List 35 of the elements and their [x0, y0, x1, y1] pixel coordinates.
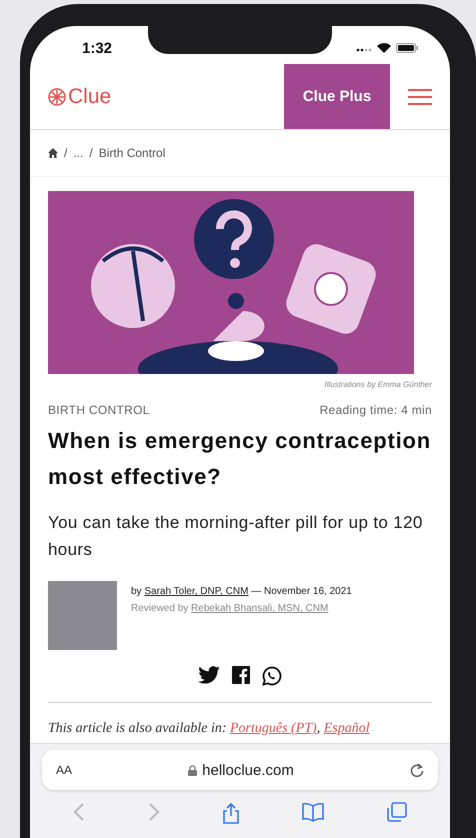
address-bar[interactable]: AA helloclue.com	[42, 750, 438, 790]
clue-plus-button[interactable]: Clue Plus	[284, 64, 390, 129]
photo-placeholder	[48, 581, 117, 650]
twitter-bird-icon[interactable]	[198, 666, 220, 684]
breadcrumb-item[interactable]: ...	[73, 146, 84, 160]
reading-time: Reading time: 4 min	[320, 403, 432, 417]
tabs-icon[interactable]	[386, 802, 407, 824]
reload-icon[interactable]	[410, 762, 424, 778]
logo-text[interactable]: Clue	[68, 84, 112, 108]
article-title: When is emergency contraception most effective?	[48, 427, 432, 491]
lock-icon	[188, 764, 198, 776]
language-link[interactable]: Português (PT)	[230, 721, 317, 736]
facebook-icon[interactable]	[232, 666, 250, 684]
breadcrumb-separator: /	[64, 146, 68, 160]
article-subtitle: You can take the morning-after pill for up to 120 hours	[48, 512, 424, 561]
flower-logo-icon	[48, 88, 66, 106]
reviewer-text: Reviewed by Rebekah Bhansali, MSN, CNM	[131, 602, 330, 616]
reviewer-link[interactable]: Rebekah Bhansali, MSN, CNM	[191, 603, 328, 614]
bookmarks-icon[interactable]	[302, 802, 324, 824]
language-availability-text: This article is also available in: Português (PT), Español	[48, 721, 371, 737]
home-icon[interactable]	[48, 148, 58, 158]
byline-text: by Sarah Toler, DNP, CNM — November 16, 2021	[131, 585, 352, 599]
share-icon[interactable]	[222, 802, 240, 824]
category-label[interactable]: BIRTH CONTROL	[48, 403, 150, 417]
text-size-button[interactable]: AA	[56, 763, 72, 777]
breadcrumb-separator: /	[89, 146, 93, 160]
breadcrumb-item: Birth Control	[98, 146, 166, 160]
url-text: helloclue.com	[202, 762, 294, 778]
image-caption: Illustrations by Emma Günther	[323, 380, 432, 389]
whatsapp-icon[interactable]	[262, 666, 282, 686]
language-link[interactable]: Español	[324, 721, 370, 736]
author-link[interactable]: Sarah Toler, DNP, CNM	[144, 586, 248, 597]
battery-icon	[396, 43, 418, 53]
status-time: 1:32	[82, 40, 112, 56]
wifi-icon	[377, 43, 391, 53]
